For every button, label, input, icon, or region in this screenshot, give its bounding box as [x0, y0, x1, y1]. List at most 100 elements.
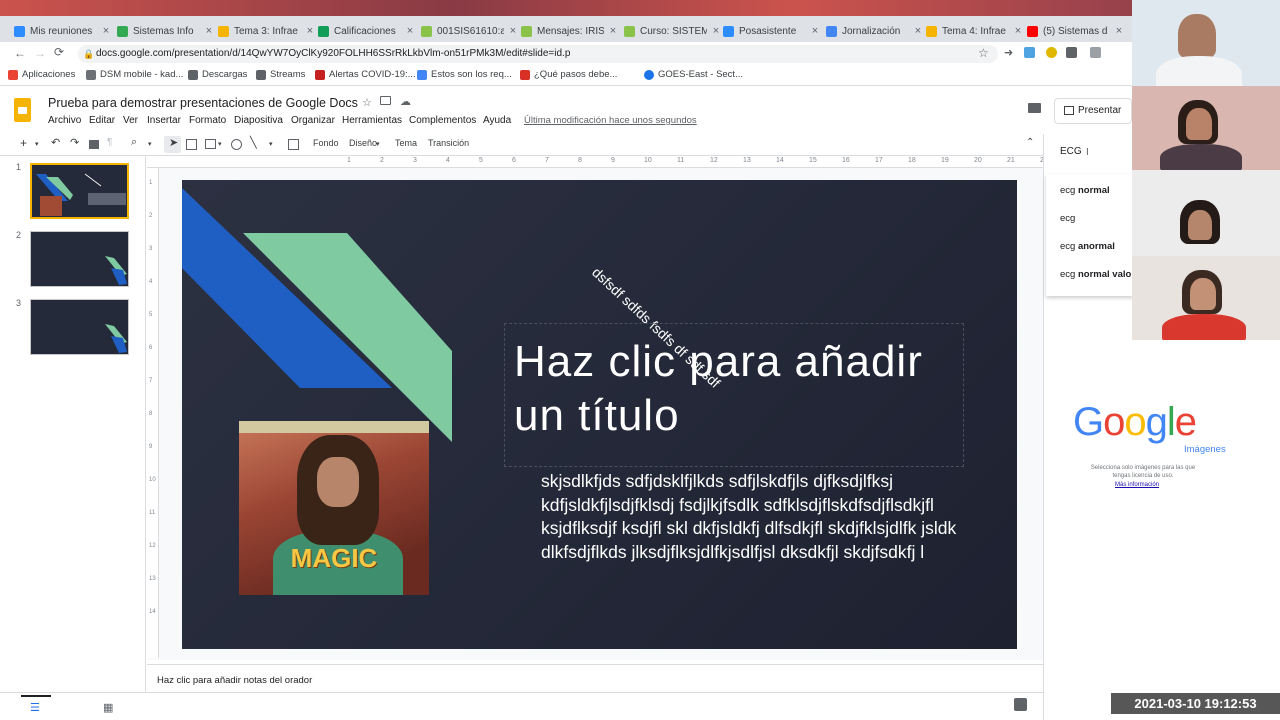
menu-formato[interactable]: Formato: [189, 115, 226, 126]
zoom-icon[interactable]: ⌕: [131, 136, 137, 149]
bookmark-item[interactable]: ¿Qué pasos debe...: [520, 69, 617, 80]
close-tab-icon[interactable]: ×: [607, 25, 619, 37]
background-button[interactable]: Fondo: [313, 138, 339, 148]
print-icon[interactable]: [89, 140, 99, 149]
menu-organizar[interactable]: Organizar: [291, 115, 335, 126]
document-title[interactable]: Prueba para demostrar presentaciones de …: [48, 96, 358, 110]
browser-tab[interactable]: Tema 3: Infrae ×: [218, 21, 316, 41]
suggestion-item[interactable]: ecg anormal: [1060, 241, 1115, 252]
bookmark-apps[interactable]: Aplicaciones: [8, 69, 75, 80]
slides-logo-icon[interactable]: [14, 98, 31, 122]
back-icon[interactable]: ←: [14, 46, 26, 60]
close-tab-icon[interactable]: ×: [404, 25, 416, 37]
bookmark-folder[interactable]: Streams: [256, 69, 305, 80]
slide-body-text[interactable]: skjsdlkfjds sdfjdsklfjlkds sdfjlskdfjls …: [541, 470, 981, 564]
browser-tab[interactable]: (5) Sistemas d ×: [1027, 21, 1125, 41]
filmstrip-view-icon[interactable]: ☰: [30, 701, 40, 714]
menu-insertar[interactable]: Insertar: [147, 115, 181, 126]
menu-ver[interactable]: Ver: [123, 115, 138, 126]
menu-complementos[interactable]: Complementos: [409, 115, 476, 126]
comments-icon[interactable]: [1028, 103, 1041, 113]
browser-tab[interactable]: Curso: SISTEM ×: [624, 21, 722, 41]
line-icon[interactable]: ╲: [250, 136, 257, 149]
bookmark-item[interactable]: GOES-East - Sect...: [644, 69, 743, 80]
menu-archivo[interactable]: Archivo: [48, 115, 81, 126]
last-modified-link[interactable]: Última modificación hace unos segundos: [524, 115, 697, 126]
bookmark-folder[interactable]: Descargas: [188, 69, 247, 80]
browser-tab[interactable]: Calificaciones ×: [318, 21, 416, 41]
url-input[interactable]: 🔒 docs.google.com/presentation/d/14QwYW7…: [78, 45, 998, 63]
suggestion-item[interactable]: ecg normal: [1060, 185, 1110, 196]
speaker-notes[interactable]: Haz clic para añadir notas del orador: [147, 664, 1043, 692]
explore-icon[interactable]: [1014, 698, 1027, 711]
move-folder-icon[interactable]: [380, 96, 391, 105]
close-tab-icon[interactable]: ×: [1113, 25, 1125, 37]
close-tab-icon[interactable]: ×: [304, 25, 316, 37]
bookmark-item[interactable]: Estos son los req...: [417, 69, 512, 80]
close-tab-icon[interactable]: ×: [507, 25, 519, 37]
transition-button[interactable]: Transición: [428, 138, 469, 148]
layout-button[interactable]: Diseño: [349, 138, 377, 148]
suggestion-item[interactable]: ecg: [1060, 213, 1075, 224]
browser-tab[interactable]: Tema 4: Infrae ×: [926, 21, 1024, 41]
redo-icon[interactable]: ↷: [70, 136, 79, 149]
close-tab-icon[interactable]: ×: [1012, 25, 1024, 37]
chevron-down-icon[interactable]: ▾: [148, 140, 152, 148]
chevron-up-icon[interactable]: ⌃: [1026, 137, 1034, 148]
present-button[interactable]: Presentar: [1054, 98, 1132, 124]
extension-icon[interactable]: [1046, 47, 1057, 58]
bookmarks-bar: Aplicaciones DSM mobile - kad... Descarg…: [0, 66, 1132, 86]
bookmark-item[interactable]: DSM mobile - kad...: [86, 69, 183, 80]
bookmark-item[interactable]: Alertas COVID-19:...: [315, 69, 416, 80]
image-icon[interactable]: [205, 139, 216, 149]
menu-ayuda[interactable]: Ayuda: [483, 115, 511, 126]
browser-tab[interactable]: Posasistente ×: [723, 21, 821, 41]
close-tab-icon[interactable]: ×: [203, 25, 215, 37]
browser-tab[interactable]: Mensajes: IRIS ×: [521, 21, 619, 41]
comment-add-icon[interactable]: [288, 139, 299, 150]
suggestion-item[interactable]: ecg normal valo: [1060, 269, 1131, 280]
extension-icon[interactable]: [1090, 47, 1101, 58]
extension-icon[interactable]: [1066, 47, 1077, 58]
menu-herramientas[interactable]: Herramientas: [342, 115, 402, 126]
magic-gif-image[interactable]: MAGIC: [239, 421, 429, 595]
paint-format-icon[interactable]: ¶: [107, 137, 112, 148]
browser-tab[interactable]: Mis reuniones ×: [14, 21, 112, 41]
slide-number: 3: [16, 298, 22, 308]
menu-diapositiva[interactable]: Diapositiva: [234, 115, 283, 126]
undo-icon[interactable]: ↶: [51, 136, 60, 149]
theme-button[interactable]: Tema: [395, 138, 417, 148]
menu-editar[interactable]: Editar: [89, 115, 115, 126]
browser-tab[interactable]: Jornalización ×: [826, 21, 924, 41]
forward-icon[interactable]: →: [34, 46, 46, 60]
close-tab-icon[interactable]: ×: [912, 25, 924, 37]
share-icon[interactable]: ➜: [1004, 46, 1013, 59]
close-tab-icon[interactable]: ×: [809, 25, 821, 37]
more-info-link[interactable]: Más información: [1115, 482, 1159, 488]
slide-canvas[interactable]: dsfsdf sdfds fsdfs df sdf sdf Haz clic p…: [182, 180, 1017, 649]
new-slide-icon[interactable]: +: [20, 136, 27, 150]
chevron-down-icon[interactable]: ▾: [218, 140, 222, 148]
chevron-down-icon[interactable]: ▾: [35, 140, 39, 148]
grid-view-icon[interactable]: ▦: [103, 701, 113, 714]
close-tab-icon[interactable]: ×: [710, 25, 722, 37]
star-icon[interactable]: ☆: [978, 46, 989, 60]
slide-thumbnail[interactable]: [30, 299, 129, 355]
chevron-down-icon[interactable]: ▾: [376, 140, 380, 148]
reload-icon[interactable]: ⟳: [54, 45, 64, 59]
chevron-down-icon[interactable]: ▾: [269, 140, 273, 148]
slide-thumbnail[interactable]: [30, 231, 129, 287]
slide-title[interactable]: Haz clic para añadir un título: [514, 335, 954, 443]
shape-icon[interactable]: [231, 139, 242, 150]
browser-tab[interactable]: Sistemas Info ×: [117, 21, 215, 41]
license-note: Selecciona solo imágenes para las que te…: [1090, 465, 1196, 479]
text-box-icon[interactable]: [186, 139, 197, 150]
close-tab-icon[interactable]: ×: [100, 25, 112, 37]
ruler-tick-label: 17: [875, 157, 883, 164]
ruler-tick-label: 11: [677, 157, 685, 164]
explore-search-input[interactable]: ECG: [1060, 146, 1082, 157]
star-icon[interactable]: ☆: [362, 96, 372, 109]
slide-thumbnail[interactable]: [30, 163, 129, 219]
extension-icon[interactable]: [1024, 47, 1035, 58]
browser-tab[interactable]: 001SIS61610:a ×: [421, 21, 519, 41]
